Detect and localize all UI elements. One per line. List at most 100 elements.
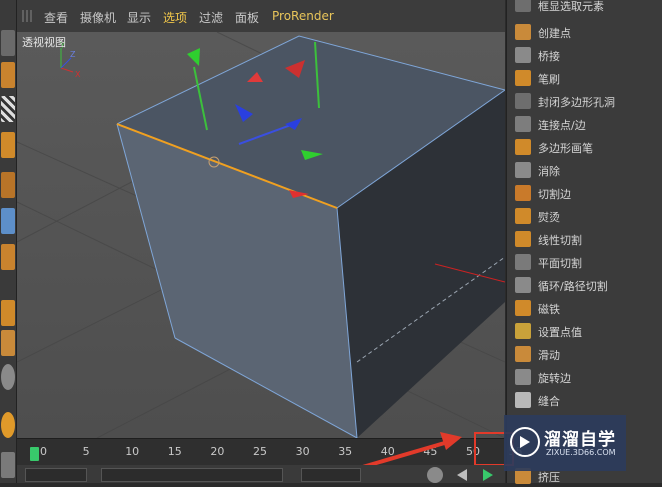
tool-item[interactable]: 桥接 — [507, 44, 662, 66]
iron-icon — [515, 208, 531, 224]
viewport-scene: Y Z X — [17, 32, 505, 438]
watermark-badge: 溜溜自学 ZIXUE.3D66.COM — [504, 415, 626, 471]
object-tool-icon[interactable] — [1, 244, 15, 270]
menu-camera[interactable]: 摄像机 — [80, 9, 116, 26]
timeline-tick-label: 45 — [423, 445, 438, 458]
workplane-tool-icon[interactable] — [1, 412, 15, 438]
tool-item[interactable]: 平面切割 — [507, 251, 662, 273]
timeline-tick-label: 5 — [82, 445, 90, 458]
connect-icon — [515, 116, 531, 132]
menubar-grip-icon[interactable] — [22, 10, 34, 22]
frame-selected-icon — [515, 0, 531, 12]
tool-item[interactable]: 设置点值 — [507, 320, 662, 342]
perspective-viewport[interactable]: Y Z X 透视视图 — [17, 32, 505, 438]
tool-item[interactable]: 循环/路径切割 — [507, 274, 662, 296]
timeline-tick-label: 20 — [210, 445, 225, 458]
timeline[interactable]: 0510152025303540455055 — [17, 438, 523, 465]
tool-item-label: 循环/路径切割 — [538, 280, 608, 293]
tool-item-label: 切割边 — [538, 188, 571, 201]
tool-item-label: 平面切割 — [538, 257, 582, 270]
play-icon[interactable] — [483, 469, 493, 481]
dissolve-icon — [515, 162, 531, 178]
start-frame-field[interactable] — [25, 468, 87, 482]
menu-panel[interactable]: 面板 — [235, 9, 259, 26]
spin-edge-icon — [515, 369, 531, 385]
menu-prorender[interactable]: ProRender — [272, 9, 334, 23]
end-frame-field[interactable] — [301, 468, 361, 482]
left-toolbar — [0, 0, 17, 483]
tool-item[interactable]: 笔刷 — [507, 67, 662, 89]
set-point-icon — [515, 323, 531, 339]
create-point-icon — [515, 24, 531, 40]
tool-item-label: 缝合 — [538, 395, 560, 408]
tool-item[interactable]: 消除 — [507, 159, 662, 181]
view-cube-tool-icon[interactable] — [1, 30, 15, 56]
tool-item-label: 线性切割 — [538, 234, 582, 247]
timeline-tick-label: 30 — [295, 445, 310, 458]
tool-item-label: 旋转边 — [538, 372, 571, 385]
tool-item[interactable]: 线性切割 — [507, 228, 662, 250]
menu-display[interactable]: 显示 — [127, 9, 151, 26]
tool-item-label: 滑动 — [538, 349, 560, 362]
slide-icon — [515, 346, 531, 362]
tool-item-label: 连接点/边 — [538, 119, 586, 132]
viewport-menubar: 查看 摄像机 显示 选项 过滤 面板 ProRender — [17, 0, 505, 32]
knife-icon — [515, 231, 531, 247]
polygon-tool-icon[interactable] — [1, 208, 15, 234]
tool-item[interactable]: 缝合 — [507, 389, 662, 411]
bridge-icon — [515, 47, 531, 63]
timeline-tick-label: 25 — [253, 445, 267, 458]
tool-item[interactable]: 磁铁 — [507, 297, 662, 319]
record-icon[interactable] — [427, 467, 443, 483]
magnet-icon — [515, 300, 531, 316]
timeline-tick-label: 10 — [125, 445, 140, 458]
tool-item-label: 桥接 — [538, 50, 560, 63]
tool-item[interactable]: 连接点/边 — [507, 113, 662, 135]
cube-tool-icon[interactable] — [1, 62, 15, 88]
timeline-tick-label: 35 — [338, 445, 353, 458]
tool-item-label: 设置点值 — [538, 326, 582, 339]
grid-tool-icon[interactable] — [1, 132, 15, 158]
brush-icon — [515, 70, 531, 86]
menu-options[interactable]: 选项 — [163, 9, 187, 26]
timeline-tick-label: 0 — [40, 445, 47, 458]
point-tool-icon[interactable] — [1, 172, 15, 198]
prev-frame-icon[interactable] — [457, 469, 467, 481]
tool-item-label: 多边形画笔 — [538, 142, 593, 155]
snap-tool-icon[interactable] — [1, 364, 15, 390]
tool-item-frame-selected[interactable]: 框显选取元素 — [507, 0, 662, 16]
checker-tool-icon[interactable] — [1, 96, 15, 122]
play-logo-icon — [510, 427, 540, 457]
lock-tool-icon[interactable] — [1, 330, 15, 356]
edge-cut-icon — [515, 185, 531, 201]
tool-item[interactable]: 切割边 — [507, 182, 662, 204]
loop-cut-icon — [515, 277, 531, 293]
tool-item[interactable]: 封闭多边形孔洞 — [507, 90, 662, 112]
menu-filter[interactable]: 过滤 — [199, 9, 223, 26]
tool-item[interactable]: 创建点 — [507, 21, 662, 43]
tool-item-label: 创建点 — [538, 27, 571, 40]
grid-snap-tool-icon[interactable] — [1, 452, 15, 478]
plane-cut-icon — [515, 254, 531, 270]
tools-menu-panel: 框显选取元素 创建点桥接笔刷封闭多边形孔洞 连接点/边多边形画笔消除切割边熨烫线性… — [506, 0, 662, 484]
tool-item[interactable]: 多边形画笔 — [507, 136, 662, 158]
tool-item[interactable]: 旋转边 — [507, 366, 662, 388]
tool-item[interactable]: 熨烫 — [507, 205, 662, 227]
frame-range-slider[interactable] — [101, 468, 283, 482]
watermark-subtitle: ZIXUE.3D66.COM — [546, 448, 616, 457]
tool-item-label: 消除 — [538, 165, 560, 178]
axis-x-label: X — [75, 70, 81, 79]
bottom-controls-bar — [17, 465, 505, 483]
menu-view[interactable]: 查看 — [44, 9, 68, 26]
timeline-tick-label: 40 — [380, 445, 395, 458]
timeline-current-frame-marker[interactable] — [30, 447, 39, 461]
tool-item[interactable]: 滑动 — [507, 343, 662, 365]
watermark-title: 溜溜自学 — [544, 430, 616, 450]
timeline-tick-label: 15 — [167, 445, 182, 458]
move-tool-icon[interactable] — [1, 300, 15, 326]
axis-z-label: Z — [70, 50, 76, 59]
viewport-title: 透视视图 — [22, 36, 66, 49]
tool-item-label: 封闭多边形孔洞 — [538, 96, 615, 109]
tool-item-label: 磁铁 — [538, 303, 560, 316]
tool-item-label: 笔刷 — [538, 73, 560, 86]
